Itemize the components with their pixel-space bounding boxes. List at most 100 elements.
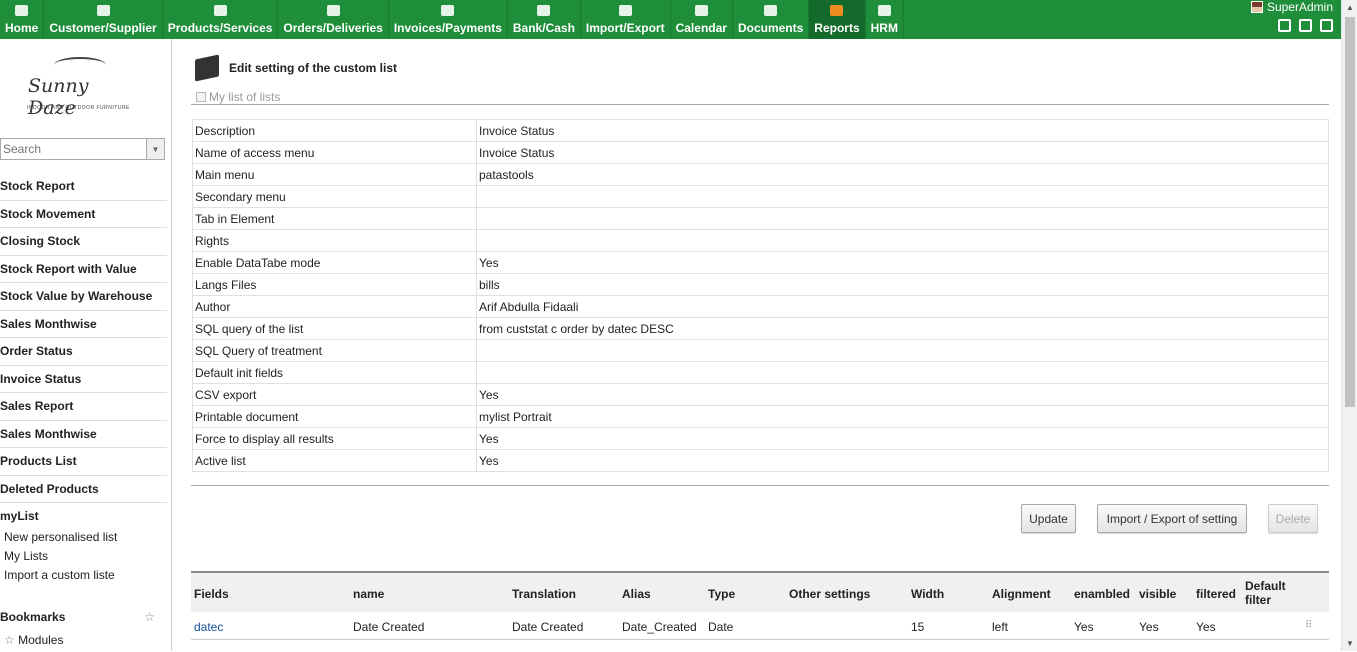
update-button[interactable]: Update	[1021, 504, 1076, 533]
mylists-toggle[interactable]: My list of lists	[196, 90, 280, 104]
sidebar-item[interactable]: Closing Stock	[0, 228, 167, 256]
property-value: Invoice Status	[476, 141, 1329, 164]
menu-reports[interactable]: Reports	[809, 0, 866, 39]
menu-home[interactable]: Home	[0, 0, 45, 39]
user-menu[interactable]: SuperAdmin	[1250, 0, 1333, 14]
hrm-icon	[875, 2, 893, 18]
property-key: Enable DataTabe mode	[192, 251, 477, 274]
scroll-up-icon[interactable]: ▲	[1346, 3, 1354, 12]
sidebar-item[interactable]: Sales Monthwise	[0, 421, 167, 448]
sidebar-item[interactable]: Deleted Products	[0, 476, 167, 503]
column-header[interactable]: name	[353, 587, 384, 601]
property-key: Force to display all results	[192, 427, 477, 450]
field-link[interactable]: datec	[194, 620, 223, 634]
menu-import-export[interactable]: Import/Export	[581, 0, 671, 39]
sidebar-link-my-lists[interactable]: My Lists	[4, 549, 48, 563]
column-header[interactable]: Alias	[622, 587, 651, 601]
table-cell: left	[992, 620, 1009, 634]
column-header[interactable]: filtered	[1196, 587, 1236, 601]
sidebar-item[interactable]: Invoice Status	[0, 366, 167, 393]
sidebar-item[interactable]: Order Status	[0, 338, 167, 366]
column-header[interactable]: Alignment	[992, 587, 1051, 601]
bookmarks-heading[interactable]: Bookmarks ☆	[0, 610, 155, 624]
menu-calendar[interactable]: Calendar	[671, 0, 733, 39]
drag-handle-icon[interactable]: ⠿	[1305, 620, 1312, 631]
property-row: Langs Files bills	[192, 273, 1329, 296]
sidebar-link-new-list[interactable]: New personalised list	[4, 530, 117, 544]
property-row: Force to display all results Yes	[192, 427, 1329, 450]
column-header[interactable]: Other settings	[789, 587, 870, 601]
import-export-button[interactable]: Import / Export of setting	[1097, 504, 1247, 533]
column-header[interactable]: Type	[708, 587, 735, 601]
scrollbar[interactable]: ▲ ▼	[1341, 0, 1357, 651]
menu-hrm[interactable]: HRM	[866, 0, 904, 39]
sidebar-item[interactable]: Products List	[0, 448, 167, 476]
table-cell: Date	[708, 620, 734, 634]
property-value: Arif Abdulla Fidaali	[476, 295, 1329, 318]
menu-label: Home	[5, 21, 39, 35]
top-menu-bar: Home Customer/Supplier Products/Services Or…	[0, 0, 1341, 39]
sidebar-item[interactable]: Stock Movement	[0, 201, 167, 228]
sidebar-item[interactable]: Stock Report	[0, 173, 167, 201]
calendar-icon	[692, 2, 710, 18]
menu-label: Documents	[737, 21, 804, 35]
search-input[interactable]	[1, 139, 146, 159]
fields-table: Fields name Translation Alias Type Other sett…	[191, 571, 1329, 652]
property-key: SQL query of the list	[192, 317, 477, 340]
column-header[interactable]: Fields	[194, 587, 229, 601]
menu-documents[interactable]: Documents	[733, 0, 810, 39]
table-cell: Date Created	[512, 620, 584, 634]
property-key: Default init fields	[192, 361, 477, 384]
calculator-icon[interactable]	[1278, 19, 1291, 32]
menu-orders-deliveries[interactable]: Orders/Deliveries	[278, 0, 389, 39]
print-icon[interactable]	[1299, 19, 1312, 32]
tools-icon	[616, 2, 634, 18]
company-icon	[94, 2, 112, 18]
menu-bank-cash[interactable]: Bank/Cash	[508, 0, 581, 39]
property-value: from custstat c order by datec DESC	[476, 317, 1329, 340]
property-value	[476, 339, 1329, 362]
sidebar-item[interactable]: Sales Monthwise	[0, 311, 167, 338]
menu-invoices-payments[interactable]: Invoices/Payments	[389, 0, 508, 39]
sidebar-item[interactable]: Sales Report	[0, 393, 167, 421]
menu-customer-supplier[interactable]: Customer/Supplier	[44, 0, 163, 39]
property-key: Description	[192, 119, 477, 142]
scroll-down-icon[interactable]: ▼	[1346, 639, 1354, 648]
divider	[191, 104, 1329, 105]
column-header[interactable]: enambled	[1074, 587, 1130, 601]
property-row: Description Invoice Status	[192, 119, 1329, 142]
menu-label: Bank/Cash	[512, 21, 575, 35]
logout-icon[interactable]	[1320, 19, 1333, 32]
property-value: Yes	[476, 449, 1329, 472]
star-icon[interactable]: ☆	[144, 610, 155, 624]
property-value	[476, 207, 1329, 230]
user-name: SuperAdmin	[1266, 0, 1333, 14]
main-content: Edit setting of the custom list My list …	[191, 39, 1329, 651]
column-header[interactable]: visible	[1139, 587, 1176, 601]
property-key: Rights	[192, 229, 477, 252]
menu-label: Invoices/Payments	[393, 21, 502, 35]
table-cell: Yes	[1196, 620, 1216, 634]
chevron-down-icon[interactable]: ▼	[146, 139, 164, 159]
avatar	[1250, 1, 1263, 13]
sidebar-item[interactable]: Stock Report with Value	[0, 256, 167, 283]
bookmark-modules[interactable]: ☆ Modules	[4, 633, 63, 647]
menu-products-services[interactable]: Products/Services	[163, 0, 279, 39]
scrollbar-thumb[interactable]	[1345, 17, 1355, 407]
menu-label: Orders/Deliveries	[283, 21, 383, 35]
property-row: Enable DataTabe mode Yes	[192, 251, 1329, 274]
top-right-area: SuperAdmin	[1250, 0, 1333, 32]
property-row: Main menu patastools	[192, 163, 1329, 186]
property-key: Name of access menu	[192, 141, 477, 164]
property-value: Yes	[476, 251, 1329, 274]
sidebar-item[interactable]: Stock Value by Warehouse	[0, 283, 167, 311]
mylist-heading[interactable]: myList	[0, 509, 39, 523]
column-header[interactable]: Default filter	[1245, 579, 1289, 607]
column-header[interactable]: Translation	[512, 587, 576, 601]
sidebar-link-import-list[interactable]: Import a custom liste	[4, 568, 115, 582]
menu-label: Reports	[814, 21, 860, 35]
delete-button[interactable]: Delete	[1268, 504, 1318, 533]
column-header[interactable]: Width	[911, 587, 944, 601]
table-cell: Date_Created	[622, 620, 697, 634]
property-value: Invoice Status	[476, 119, 1329, 142]
